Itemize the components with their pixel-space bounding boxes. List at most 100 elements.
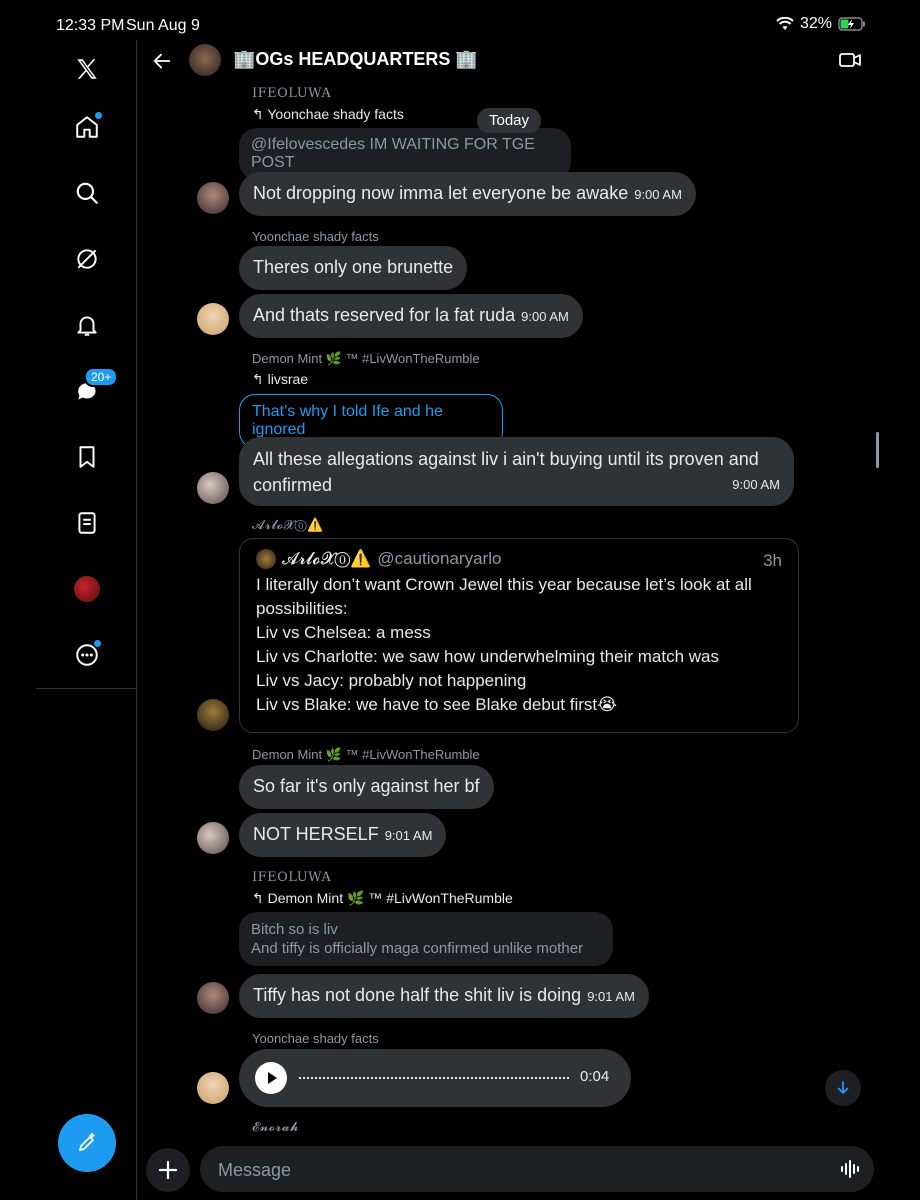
reply-to-label: ↰ Yoonchae shady facts (252, 106, 404, 122)
status-time: 12:33 PM (56, 17, 125, 34)
scroll-to-bottom-button[interactable] (825, 1070, 861, 1106)
scrollbar[interactable] (876, 432, 879, 468)
avatar[interactable] (197, 303, 229, 335)
quoted-message[interactable]: Bitch so is liv And tiffy is officially … (239, 912, 613, 966)
more-notification-dot (94, 640, 101, 647)
plus-icon (158, 1160, 178, 1180)
waveform-icon (841, 1160, 859, 1178)
avatar[interactable] (197, 982, 229, 1014)
nav-messages[interactable]: 20+ (70, 367, 119, 408)
post-age: 3h (763, 551, 782, 570)
grok-icon (77, 249, 97, 269)
message-bubble[interactable]: So far it's only against her bf (239, 765, 494, 809)
conversation-header: 🏢OGs HEADQUARTERS 🏢 (137, 40, 920, 84)
post-line: Liv vs Chelsea: a mess (256, 623, 431, 642)
sender-name: Demon Mint 🌿 ™ #LivWonTheRumble (252, 747, 480, 762)
message-list[interactable]: IFEOLUWA ↰ Yoonchae shady facts @Ifelove… (137, 84, 920, 1140)
message-bubble[interactable]: NOT HERSELF 9:01 AM (239, 813, 447, 857)
play-button[interactable] (255, 1062, 287, 1094)
message-text: Theres only one brunette (253, 257, 454, 277)
status-date: Sun Aug 9 (126, 17, 200, 34)
audio-waveform[interactable] (299, 1077, 569, 1079)
shared-post-card[interactable]: 𝓐𝓻𝓵𝓸𝓧⓪⚠️ @cautionaryarlo 3h I literally … (239, 538, 799, 733)
group-avatar[interactable] (189, 44, 221, 76)
back-button[interactable] (151, 50, 173, 77)
message-text-line: All these allegations against liv i ain'… (253, 449, 759, 469)
post-line: Liv vs Charlotte: we saw how underwhelmi… (256, 647, 719, 666)
post-line: I literally don’t want Crown Jewel this … (256, 575, 752, 594)
compose-button[interactable] (58, 1114, 116, 1172)
post-line: Liv vs Blake: we have to see Blake debut… (256, 695, 617, 714)
nav-bookmarks[interactable] (70, 440, 104, 474)
sidebar: 20+ (0, 40, 137, 1200)
quoted-line: And tiffy is officially maga confirmed u… (251, 940, 584, 957)
nav-more[interactable] (70, 638, 104, 672)
add-attachment-button[interactable] (146, 1148, 190, 1192)
group-title[interactable]: 🏢OGs HEADQUARTERS 🏢 (233, 49, 478, 70)
bell-icon (77, 316, 97, 336)
profile-avatar (74, 576, 100, 602)
date-separator: Today (477, 108, 542, 133)
voice-message[interactable]: 0:04 (239, 1049, 631, 1107)
video-call-button[interactable] (838, 50, 862, 75)
sidebar-divider (36, 688, 136, 689)
avatar[interactable] (197, 822, 229, 854)
nav-explore[interactable] (70, 176, 104, 210)
nav-notifications[interactable] (70, 308, 104, 342)
post-body: I literally don’t want Crown Jewel this … (256, 573, 782, 717)
sender-name: Demon Mint 🌿 ™ #LivWonTheRumble (252, 351, 480, 366)
message-text: And thats reserved for la fat ruda (253, 305, 516, 325)
quoted-line: Bitch so is liv (251, 921, 338, 938)
battery-percent: 32% (799, 15, 832, 32)
avatar[interactable] (197, 472, 229, 504)
message-bubble[interactable]: Tiffy has not done half the shit liv is … (239, 974, 649, 1018)
message-bubble[interactable]: And thats reserved for la fat ruda 9:00 A… (239, 294, 583, 338)
nav-lists[interactable] (70, 506, 104, 540)
message-text: Tiffy has not done half the shit liv is … (253, 985, 582, 1005)
status-bar: 12:33 PM Sun Aug 9 32% (0, 0, 920, 40)
x-logo-icon[interactable] (70, 52, 104, 86)
message-text-line: confirmed (253, 475, 333, 495)
message-time: 9:00 AM (521, 309, 569, 324)
message-time: 9:00 AM (732, 477, 780, 492)
post-author-name: 𝓐𝓻𝓵𝓸𝓧⓪⚠️ (282, 549, 372, 568)
messages-badge: 20+ (84, 367, 119, 387)
nav-grok[interactable] (70, 242, 104, 276)
message-time: 9:01 AM (587, 989, 635, 1004)
avatar[interactable] (197, 699, 229, 731)
wifi-icon (776, 17, 794, 30)
sender-name: 𝓔𝓷𝓸𝓻𝓪𝓱 (252, 1120, 300, 1135)
sender-name: IFEOLUWA (252, 870, 332, 885)
bookmark-icon (79, 446, 95, 468)
message-input[interactable] (216, 1146, 820, 1194)
voice-record-button[interactable] (840, 1158, 862, 1185)
reply-to-label: ↰ livsrae (252, 371, 309, 387)
avatar[interactable] (197, 1072, 229, 1104)
nav-home[interactable] (70, 110, 104, 144)
message-composer (200, 1146, 874, 1194)
sender-name: 𝓐𝓻𝓵𝓸𝓧⓪⚠️ (252, 518, 324, 533)
video-icon (839, 53, 861, 67)
compose-icon (79, 1133, 95, 1151)
play-icon (268, 1072, 277, 1084)
message-bubble[interactable]: All these allegations against liv i ain'… (239, 437, 794, 506)
message-bubble[interactable]: Theres only one brunette (239, 246, 468, 290)
avatar[interactable] (197, 182, 229, 214)
message-time: 9:01 AM (384, 828, 433, 843)
post-line: possibilities: (256, 599, 348, 618)
sender-name: Yoonchae shady facts (252, 229, 379, 244)
arrow-down-icon (837, 1081, 849, 1095)
sender-name: Yoonchae shady facts (252, 1031, 379, 1046)
audio-duration: 0:04 (580, 1068, 610, 1085)
status-right: 32% (776, 15, 866, 33)
list-icon (78, 512, 96, 534)
nav-profile[interactable] (70, 572, 104, 606)
arrow-left-icon (153, 53, 171, 69)
message-text: So far it's only against her bf (253, 776, 480, 796)
post-author-handle: @cautionaryarlo (377, 549, 502, 568)
message-text: Not dropping now imma let everyone be aw… (253, 183, 629, 203)
home-notification-dot (95, 112, 102, 119)
post-line: Liv vs Jacy: probably not happening (256, 671, 527, 690)
message-bubble[interactable]: Not dropping now imma let everyone be aw… (239, 172, 696, 216)
sender-name: IFEOLUWA (252, 86, 332, 101)
